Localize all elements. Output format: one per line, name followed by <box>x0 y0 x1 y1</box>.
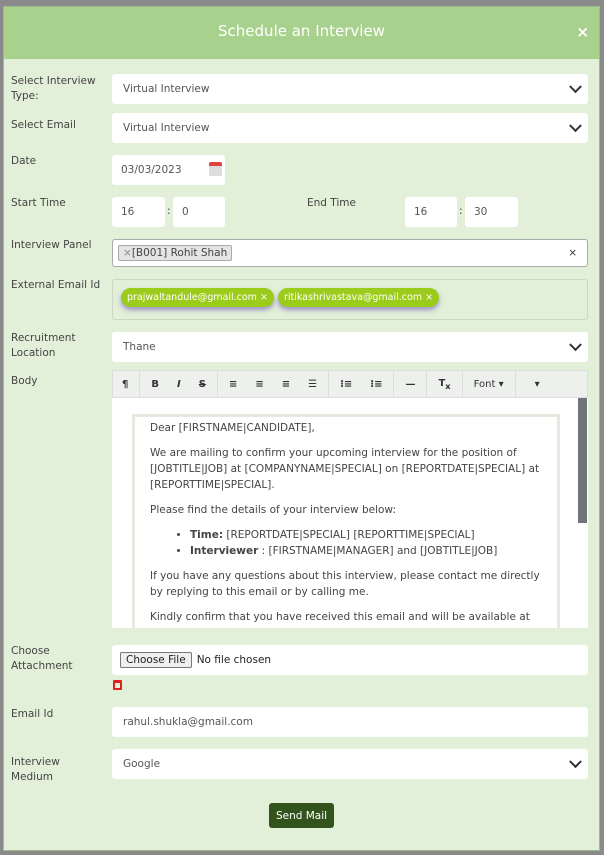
interview-type-select[interactable]: Virtual Interview <box>112 74 588 104</box>
body-editor[interactable]: Dear [FIRSTNAME|CANDIDATE], We are maili… <box>112 398 588 628</box>
start-hour-input[interactable]: 16 <box>112 197 165 227</box>
interview-panel-label: Interview Panel <box>11 239 92 251</box>
bullet-list-icon[interactable]: ⁝≡ <box>331 379 361 390</box>
attachment-label: Choose Attachment <box>11 645 73 672</box>
align-justify-icon[interactable]: ☰ <box>299 379 326 390</box>
email-chip: ritikashrivastava@gmail.com × <box>277 288 440 307</box>
horizontal-rule-icon[interactable]: — <box>396 379 424 390</box>
interview-type-label: Select Interview Type: <box>11 75 96 102</box>
remove-tag-icon[interactable]: × <box>123 247 132 259</box>
align-center-icon[interactable]: ≡ <box>246 379 272 390</box>
chevron-down-icon <box>569 80 582 94</box>
chevron-down-icon <box>569 119 582 133</box>
body-label: Body <box>11 375 38 387</box>
email-chip: prajwaltandule@gmail.com × <box>121 288 274 307</box>
start-minute-input[interactable]: 0 <box>173 197 225 227</box>
modal-title: Schedule an Interview <box>218 22 385 40</box>
attachment-input[interactable]: Choose File No file chosen <box>112 645 588 675</box>
calendar-icon[interactable] <box>209 162 222 176</box>
date-input[interactable]: 03/03/2023 <box>112 155 225 185</box>
paragraph: Kindly confirm that you have received th… <box>150 611 530 628</box>
align-right-icon[interactable]: ≡ <box>273 379 299 390</box>
medium-value: Google <box>123 758 161 770</box>
file-status: No file chosen <box>196 654 272 666</box>
bold-button[interactable]: B <box>142 379 168 390</box>
align-left-icon[interactable]: ≡ <box>220 379 246 390</box>
date-value: 03/03/2023 <box>121 164 182 176</box>
email-id-label: Email Id <box>11 708 54 720</box>
paragraph-format-button[interactable]: ¶ <box>113 379 137 390</box>
send-mail-button[interactable]: Send Mail <box>269 803 334 828</box>
list-item: Time: [REPORTDATE|SPECIAL] [REPORTTIME|S… <box>190 527 542 543</box>
interview-type-value: Virtual Interview <box>123 83 210 95</box>
location-value: Thane <box>123 341 156 353</box>
modal-header: Schedule an Interview × <box>4 7 599 59</box>
email-id-input[interactable]: rahul.shukla@gmail.com <box>112 707 588 737</box>
chevron-down-icon <box>569 755 582 769</box>
list-item: Interviewer : [FIRSTNAME|MANAGER] and [J… <box>190 543 542 559</box>
editor-toolbar: ¶ B I S ≡ ≡ ≡ ☰ ⁝≡ ⁝≡ — Tx Font ▾ ▾ <box>112 370 588 398</box>
chevron-down-icon <box>569 338 582 352</box>
choose-file-button[interactable]: Choose File <box>120 652 192 668</box>
location-label: Recruitment Location <box>11 332 76 359</box>
remove-chip-icon[interactable]: × <box>425 292 433 303</box>
end-time-label: End Time <box>307 197 356 209</box>
greeting: Dear [FIRSTNAME|CANDIDATE], <box>150 422 315 434</box>
select-email-value: Virtual Interview <box>123 122 210 134</box>
close-icon[interactable]: × <box>576 23 589 41</box>
paragraph: We are mailing to confirm your upcoming … <box>150 447 540 491</box>
email-body[interactable]: Dear [FIRSTNAME|CANDIDATE], We are maili… <box>132 414 560 628</box>
remove-chip-icon[interactable]: × <box>260 292 268 303</box>
panel-tag: ×[B001] Rohit Shah <box>118 245 233 261</box>
time-separator: : <box>459 205 463 217</box>
medium-select[interactable]: Google <box>112 749 588 779</box>
time-separator: : <box>167 205 171 217</box>
numbered-list-icon[interactable]: ⁝≡ <box>361 379 391 390</box>
date-label: Date <box>11 155 37 167</box>
external-email-input[interactable]: prajwaltandule@gmail.com × ritikashrivas… <box>112 279 588 320</box>
clear-format-icon[interactable]: Tx <box>429 378 459 391</box>
strikethrough-button[interactable]: S <box>190 379 215 390</box>
more-dropdown-icon[interactable]: ▾ <box>526 379 549 390</box>
end-minute-input[interactable]: 30 <box>465 197 518 227</box>
trash-icon[interactable] <box>113 680 122 690</box>
end-hour-input[interactable]: 16 <box>405 197 457 227</box>
interview-panel-multiselect[interactable]: ×[B001] Rohit Shah × <box>112 239 588 267</box>
start-time-label: Start Time <box>11 197 66 209</box>
paragraph: Please find the details of your intervie… <box>150 504 396 516</box>
editor-scrollbar[interactable] <box>578 398 587 523</box>
font-dropdown[interactable]: Font ▾ <box>465 379 513 390</box>
select-email-label: Select Email <box>11 119 76 131</box>
external-email-label: External Email Id <box>11 279 101 291</box>
location-select[interactable]: Thane <box>112 332 588 362</box>
medium-label: Interview Medium <box>11 756 60 783</box>
italic-button[interactable]: I <box>168 379 190 390</box>
paragraph: If you have any questions about this int… <box>150 570 540 598</box>
clear-icon[interactable]: × <box>568 247 577 259</box>
select-email-select[interactable]: Virtual Interview <box>112 113 588 143</box>
